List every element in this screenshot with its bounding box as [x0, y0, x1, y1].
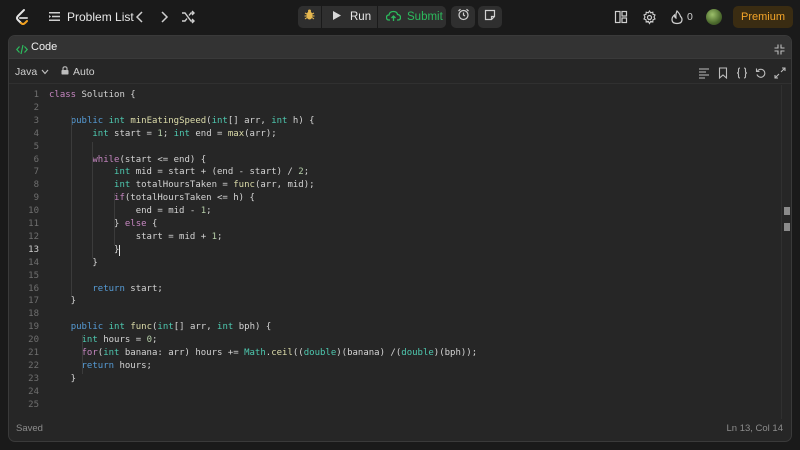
code-line[interactable]: } else { — [49, 219, 157, 229]
list-icon[interactable] — [48, 10, 61, 23]
code-line[interactable]: while(start <= end) { — [49, 155, 206, 165]
indent-guide — [70, 115, 72, 297]
line-number: 14 — [28, 257, 39, 268]
autocomplete-toggle[interactable]: Auto — [61, 66, 95, 78]
status-bar: Saved Ln 13, Col 14 — [9, 417, 791, 441]
line-number: 17 — [28, 296, 39, 307]
note-button[interactable] — [478, 6, 502, 28]
line-number: 13 — [28, 244, 39, 255]
code-line[interactable]: public int minEatingSpeed(int[] arr, int… — [49, 116, 315, 126]
code-line[interactable]: } — [49, 245, 119, 255]
alarm-button[interactable] — [451, 6, 475, 28]
line-number: 24 — [28, 386, 39, 397]
braces-icon[interactable] — [736, 66, 748, 79]
line-number: 23 — [28, 373, 39, 384]
code-editor[interactable]: 1 2 3 4 5 6 7 8 9 10 11 12 13 14 15 16 17 18 19 20 21 22 23 24 2… — [9, 85, 791, 419]
code-line[interactable]: int mid = start + (end - start) / 2; — [49, 167, 309, 177]
line-number: 4 — [33, 128, 39, 139]
code-line[interactable]: class Solution { — [49, 90, 136, 100]
line-number: 21 — [28, 348, 39, 358]
code-line[interactable]: int start = 1; int end = max(arr); — [49, 129, 276, 139]
text-cursor — [119, 244, 121, 256]
line-number: 12 — [28, 231, 39, 242]
submit-button[interactable]: Submit — [378, 6, 446, 28]
line-number: 7 — [33, 167, 39, 178]
line-number: 15 — [28, 270, 39, 281]
code-line[interactable]: return hours; — [49, 361, 152, 371]
play-icon — [332, 10, 342, 24]
code-line[interactable]: } — [49, 296, 76, 306]
line-number: 9 — [33, 193, 39, 204]
streak-count: 0 — [687, 11, 693, 23]
line-number: 20 — [28, 335, 39, 346]
line-number: 18 — [28, 309, 39, 320]
chevron-down-icon — [41, 66, 49, 78]
indent-guide — [92, 141, 94, 258]
code-line[interactable]: int totalHoursTaken = func(arr, mid); — [49, 180, 315, 190]
top-navigation-bar: Problem List Run Submit 0 Premium — [0, 0, 800, 34]
editor-toolbar: Java Auto — [9, 59, 791, 84]
format-icon[interactable] — [698, 66, 710, 79]
bug-icon — [303, 8, 316, 26]
line-number: 3 — [33, 115, 39, 126]
panel-header: Code — [9, 36, 791, 59]
shuffle-icon[interactable] — [180, 9, 196, 25]
logo-icon[interactable] — [13, 8, 31, 26]
editor-scrollbar[interactable] — [781, 85, 791, 419]
cloud-upload-icon — [385, 10, 402, 25]
fullscreen-icon[interactable] — [774, 66, 786, 79]
language-label: Java — [15, 66, 38, 78]
chevron-right-icon[interactable] — [157, 9, 171, 25]
line-number: 6 — [33, 154, 39, 165]
line-number: 22 — [28, 360, 39, 371]
note-icon — [484, 8, 496, 26]
alarm-icon — [457, 8, 470, 26]
premium-button[interactable]: Premium — [733, 6, 793, 28]
code-line[interactable]: end = mid - 1; — [49, 206, 212, 216]
run-label: Run — [350, 11, 372, 23]
run-button[interactable]: Run — [322, 6, 378, 28]
lock-icon — [61, 66, 69, 78]
line-number: 1 — [33, 90, 39, 100]
language-selector[interactable]: Java — [15, 66, 49, 78]
code-line[interactable]: start = mid + 1; — [49, 232, 223, 242]
layout-icon[interactable] — [614, 10, 628, 24]
avatar[interactable] — [706, 9, 722, 25]
line-number: 5 — [33, 141, 39, 152]
line-number: 25 — [28, 399, 39, 410]
reset-icon[interactable] — [755, 66, 767, 78]
line-number: 19 — [28, 322, 39, 333]
scrollbar-marker — [784, 207, 790, 215]
scrollbar-marker — [784, 223, 790, 231]
code-line[interactable]: return start; — [49, 284, 162, 294]
submit-label: Submit — [407, 11, 443, 23]
code-icon — [15, 42, 29, 55]
autocomplete-label: Auto — [73, 66, 95, 78]
collapse-icon[interactable] — [774, 42, 785, 55]
fire-icon[interactable] — [670, 10, 684, 25]
code-line[interactable]: int hours = 0; — [49, 335, 158, 345]
cursor-position: Ln 13, Col 14 — [726, 423, 783, 434]
debug-button[interactable] — [298, 6, 322, 28]
code-line[interactable]: public int func(int[] arr, int bph) { — [49, 322, 272, 332]
line-number: 16 — [28, 283, 39, 294]
problem-list-link[interactable]: Problem List — [67, 9, 134, 25]
bookmark-icon[interactable] — [717, 66, 729, 80]
code-line[interactable]: } — [49, 258, 97, 268]
code-panel: Code Java Auto 1 2 3 4 5 6 7 8 9 10 11 12 13 14 15 16 17… — [8, 35, 792, 442]
line-number: 10 — [28, 206, 39, 217]
panel-title: Code — [31, 41, 58, 53]
save-status: Saved — [16, 423, 43, 434]
code-line[interactable]: for(int banana: arr) hours += Math.ceil(… — [49, 348, 478, 358]
run-submit-group: Run Submit — [298, 6, 446, 28]
line-number: 8 — [33, 180, 39, 191]
line-number: 2 — [33, 102, 39, 113]
indent-guide — [81, 335, 83, 374]
line-number: 11 — [28, 219, 39, 229]
chevron-left-icon[interactable] — [133, 9, 147, 25]
code-line[interactable]: } — [49, 374, 76, 384]
code-line[interactable]: if(totalHoursTaken <= h) { — [49, 193, 255, 203]
indent-guide — [114, 193, 116, 245]
gear-icon[interactable] — [642, 10, 657, 25]
